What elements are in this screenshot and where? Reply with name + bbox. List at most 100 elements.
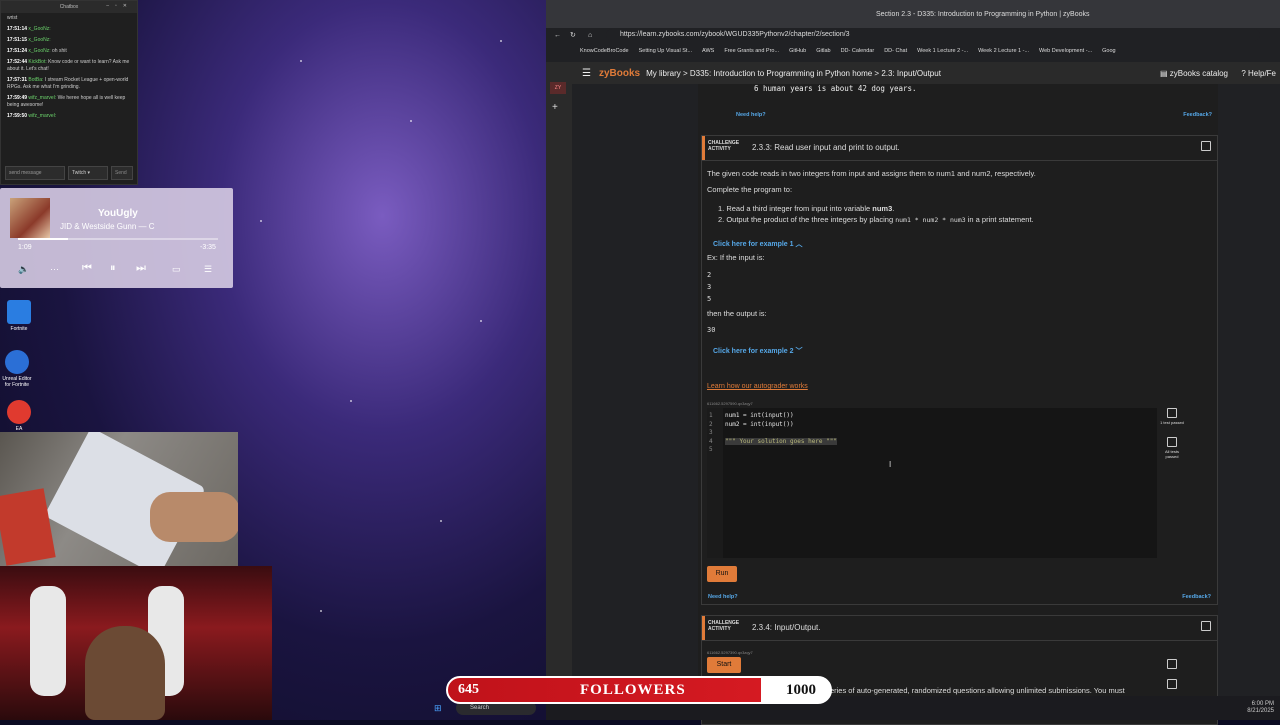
previous-icon[interactable]: ⏮ xyxy=(82,262,92,275)
taskbar-clock[interactable]: 6:00 PM 8/21/2025 xyxy=(1247,701,1274,715)
test-1-checkbox xyxy=(1167,408,1177,418)
chat-username: KickBot: xyxy=(28,59,47,65)
chat-timestamp: 17:59:49 xyxy=(7,95,28,101)
bookmark-item[interactable]: Week 1 Lecture 2 -... xyxy=(917,48,968,54)
example-inputs: 2 3 5 xyxy=(707,269,711,305)
add-icon[interactable]: + xyxy=(552,102,558,113)
bookmark-item[interactable]: Setting Up Visual St... xyxy=(639,48,692,54)
bookmark-item[interactable]: DD- Chat xyxy=(884,48,907,54)
bookmark-item[interactable]: AWS xyxy=(702,48,714,54)
reload-icon[interactable]: ↻ xyxy=(570,31,576,39)
followers-goal-bar: 645 FOLLOWERS 1000 xyxy=(446,676,832,704)
example-output-label: then the output is: xyxy=(707,309,767,318)
need-help-link[interactable]: Need help? xyxy=(708,594,738,600)
queue-icon[interactable]: ☰ xyxy=(204,264,212,275)
left-rail: ZY + xyxy=(546,62,572,720)
line-number: 4 xyxy=(709,437,713,445)
autograder-link[interactable]: Learn how our autograder works xyxy=(707,383,808,390)
start-button[interactable]: Start xyxy=(707,657,741,673)
zy-badge[interactable]: ZY xyxy=(550,82,566,94)
stormtrooper-figure xyxy=(30,586,66,696)
code-editor[interactable]: 1 num1 = int(input()) 2 num2 = int(input())… xyxy=(707,408,1157,558)
platform-label: Twitch xyxy=(72,170,87,176)
feedback-link[interactable]: Feedback? xyxy=(1182,594,1211,600)
feedback-link[interactable]: Feedback? xyxy=(1183,112,1212,118)
bookmark-item[interactable]: Web Development -... xyxy=(1039,48,1092,54)
chat-username: wifz_marvel: xyxy=(28,95,57,101)
example-input-value: 2 xyxy=(707,271,712,279)
progress-track[interactable] xyxy=(18,238,218,240)
chatbox-titlebar: Chatbox –▫✕ xyxy=(1,1,137,13)
step-1: 1. Read a third integer from input into … xyxy=(718,204,895,213)
catalog-link[interactable]: ▤ zyBooks catalog xyxy=(1160,69,1228,78)
bookmark-item[interactable]: DD- Calendar xyxy=(841,48,875,54)
ea-icon xyxy=(7,400,31,424)
browser-window: Section 2.3 - D335: Introduction to Prog… xyxy=(546,0,1280,725)
progress-fill xyxy=(18,238,68,240)
clock-date: 8/21/2025 xyxy=(1247,708,1274,714)
chat-timestamp: 17:51:14 xyxy=(7,26,28,32)
chat-message: 17:57:31 BotBa: I stream Rocket League +… xyxy=(1,75,137,93)
example-2-toggle[interactable]: Click here for example 2 ﹀ xyxy=(713,346,803,356)
chat-message: 17:51:24 x_GooNz: oh shit xyxy=(1,46,137,57)
zybooks-header: ☰ zyBooks My library > D335: Introductio… xyxy=(572,62,1280,84)
chat-message: 17:52:44 KickBot: Know code or want to l… xyxy=(1,57,137,75)
bookmark-item[interactable]: Goog xyxy=(1102,48,1115,54)
fortnite-icon xyxy=(7,300,31,324)
desktop-icon-unreal[interactable]: Unreal Editor for Fortnite xyxy=(0,350,34,388)
example-1-toggle[interactable]: Click here for example 1 ︿ xyxy=(713,239,803,249)
chat-timestamp: 17:59:50 xyxy=(7,113,28,119)
run-button[interactable]: Run xyxy=(707,566,737,582)
code-line: 1 num1 = int(input()) xyxy=(709,412,837,421)
example-output: 30 xyxy=(707,326,716,334)
home-icon[interactable]: ⌂ xyxy=(588,32,592,39)
platform-select[interactable]: Twitch ▾ xyxy=(68,166,108,180)
volume-icon[interactable]: 🔈 xyxy=(18,264,29,275)
desktop-icon-ea[interactable]: EA xyxy=(2,400,36,432)
bookmark-item[interactable]: GitHub xyxy=(789,48,806,54)
bookmark-item[interactable]: Week 2 Lecture 1 -... xyxy=(978,48,1029,54)
next-icon[interactable]: ⏭ xyxy=(136,262,146,275)
unreal-icon xyxy=(5,350,29,374)
zybooks-content: 6 human years is about 42 dog years. Nee… xyxy=(698,84,1218,725)
chat-input[interactable]: send message xyxy=(5,166,65,180)
previous-output: 6 human years is about 42 dog years. xyxy=(754,84,917,93)
chat-timestamp: 17:51:15 xyxy=(7,37,28,43)
more-icon[interactable]: ··· xyxy=(50,264,59,274)
code-id: 611662.5297390.qx3zqy7 xyxy=(707,650,753,655)
chat-text: oh shit xyxy=(52,48,67,54)
need-help-link[interactable]: Need help? xyxy=(736,112,766,118)
address-bar[interactable]: https://learn.zybooks.com/zybook/WGUD335… xyxy=(606,29,1260,41)
window-controls[interactable]: –▫✕ xyxy=(106,3,133,9)
code-text: num2 = int(input()) xyxy=(725,420,794,428)
menu-icon[interactable]: ☰ xyxy=(582,68,591,79)
help-label: Help/Fe xyxy=(1247,68,1276,78)
keyboard-webcam xyxy=(0,432,238,567)
elapsed-time: 1:09 xyxy=(18,244,32,251)
album-art xyxy=(10,198,50,238)
track-artist: JID & Westside Gunn — C xyxy=(60,222,155,231)
help-link[interactable]: ? Help/Fe xyxy=(1241,69,1276,78)
send-button[interactable]: Send xyxy=(111,166,133,180)
chat-timestamp: 17:57:31 xyxy=(7,77,28,83)
chat-message: 17:59:49 wifz_marvel: We heree hope all … xyxy=(1,93,137,111)
activity-title: 2.3.3: Read user input and print to outp… xyxy=(752,143,900,152)
completion-checkbox xyxy=(1201,621,1211,631)
windows-start-icon[interactable]: ⊞ xyxy=(434,703,442,714)
line-number: 2 xyxy=(709,420,713,428)
desktop-icon-fortnite[interactable]: Fortnite xyxy=(2,300,36,332)
bookmark-item[interactable]: KnowCodeBroCode xyxy=(580,48,629,54)
lyrics-icon[interactable]: ▭ xyxy=(172,264,181,275)
zybooks-logo[interactable]: zyBooks xyxy=(599,68,640,79)
snack-bag xyxy=(0,488,56,566)
back-icon[interactable]: ← xyxy=(554,32,561,39)
chat-username: x_GooNz: xyxy=(28,37,51,43)
level-1-checkbox xyxy=(1167,659,1177,669)
bookmark-item[interactable]: Free Grants and Pro... xyxy=(724,48,779,54)
chatbox-window: Chatbox –▫✕ wrist 17:51:14 x_GooNz: 17:5… xyxy=(0,0,138,185)
bookmark-item[interactable]: Gitlab xyxy=(816,48,830,54)
breadcrumb[interactable]: My library > D335: Introduction to Progr… xyxy=(646,69,941,78)
challenge-badge: CHALLENGE ACTIVITY xyxy=(708,140,740,152)
test-2-checkbox xyxy=(1167,437,1177,447)
pause-icon[interactable]: ⏸ xyxy=(110,262,116,275)
